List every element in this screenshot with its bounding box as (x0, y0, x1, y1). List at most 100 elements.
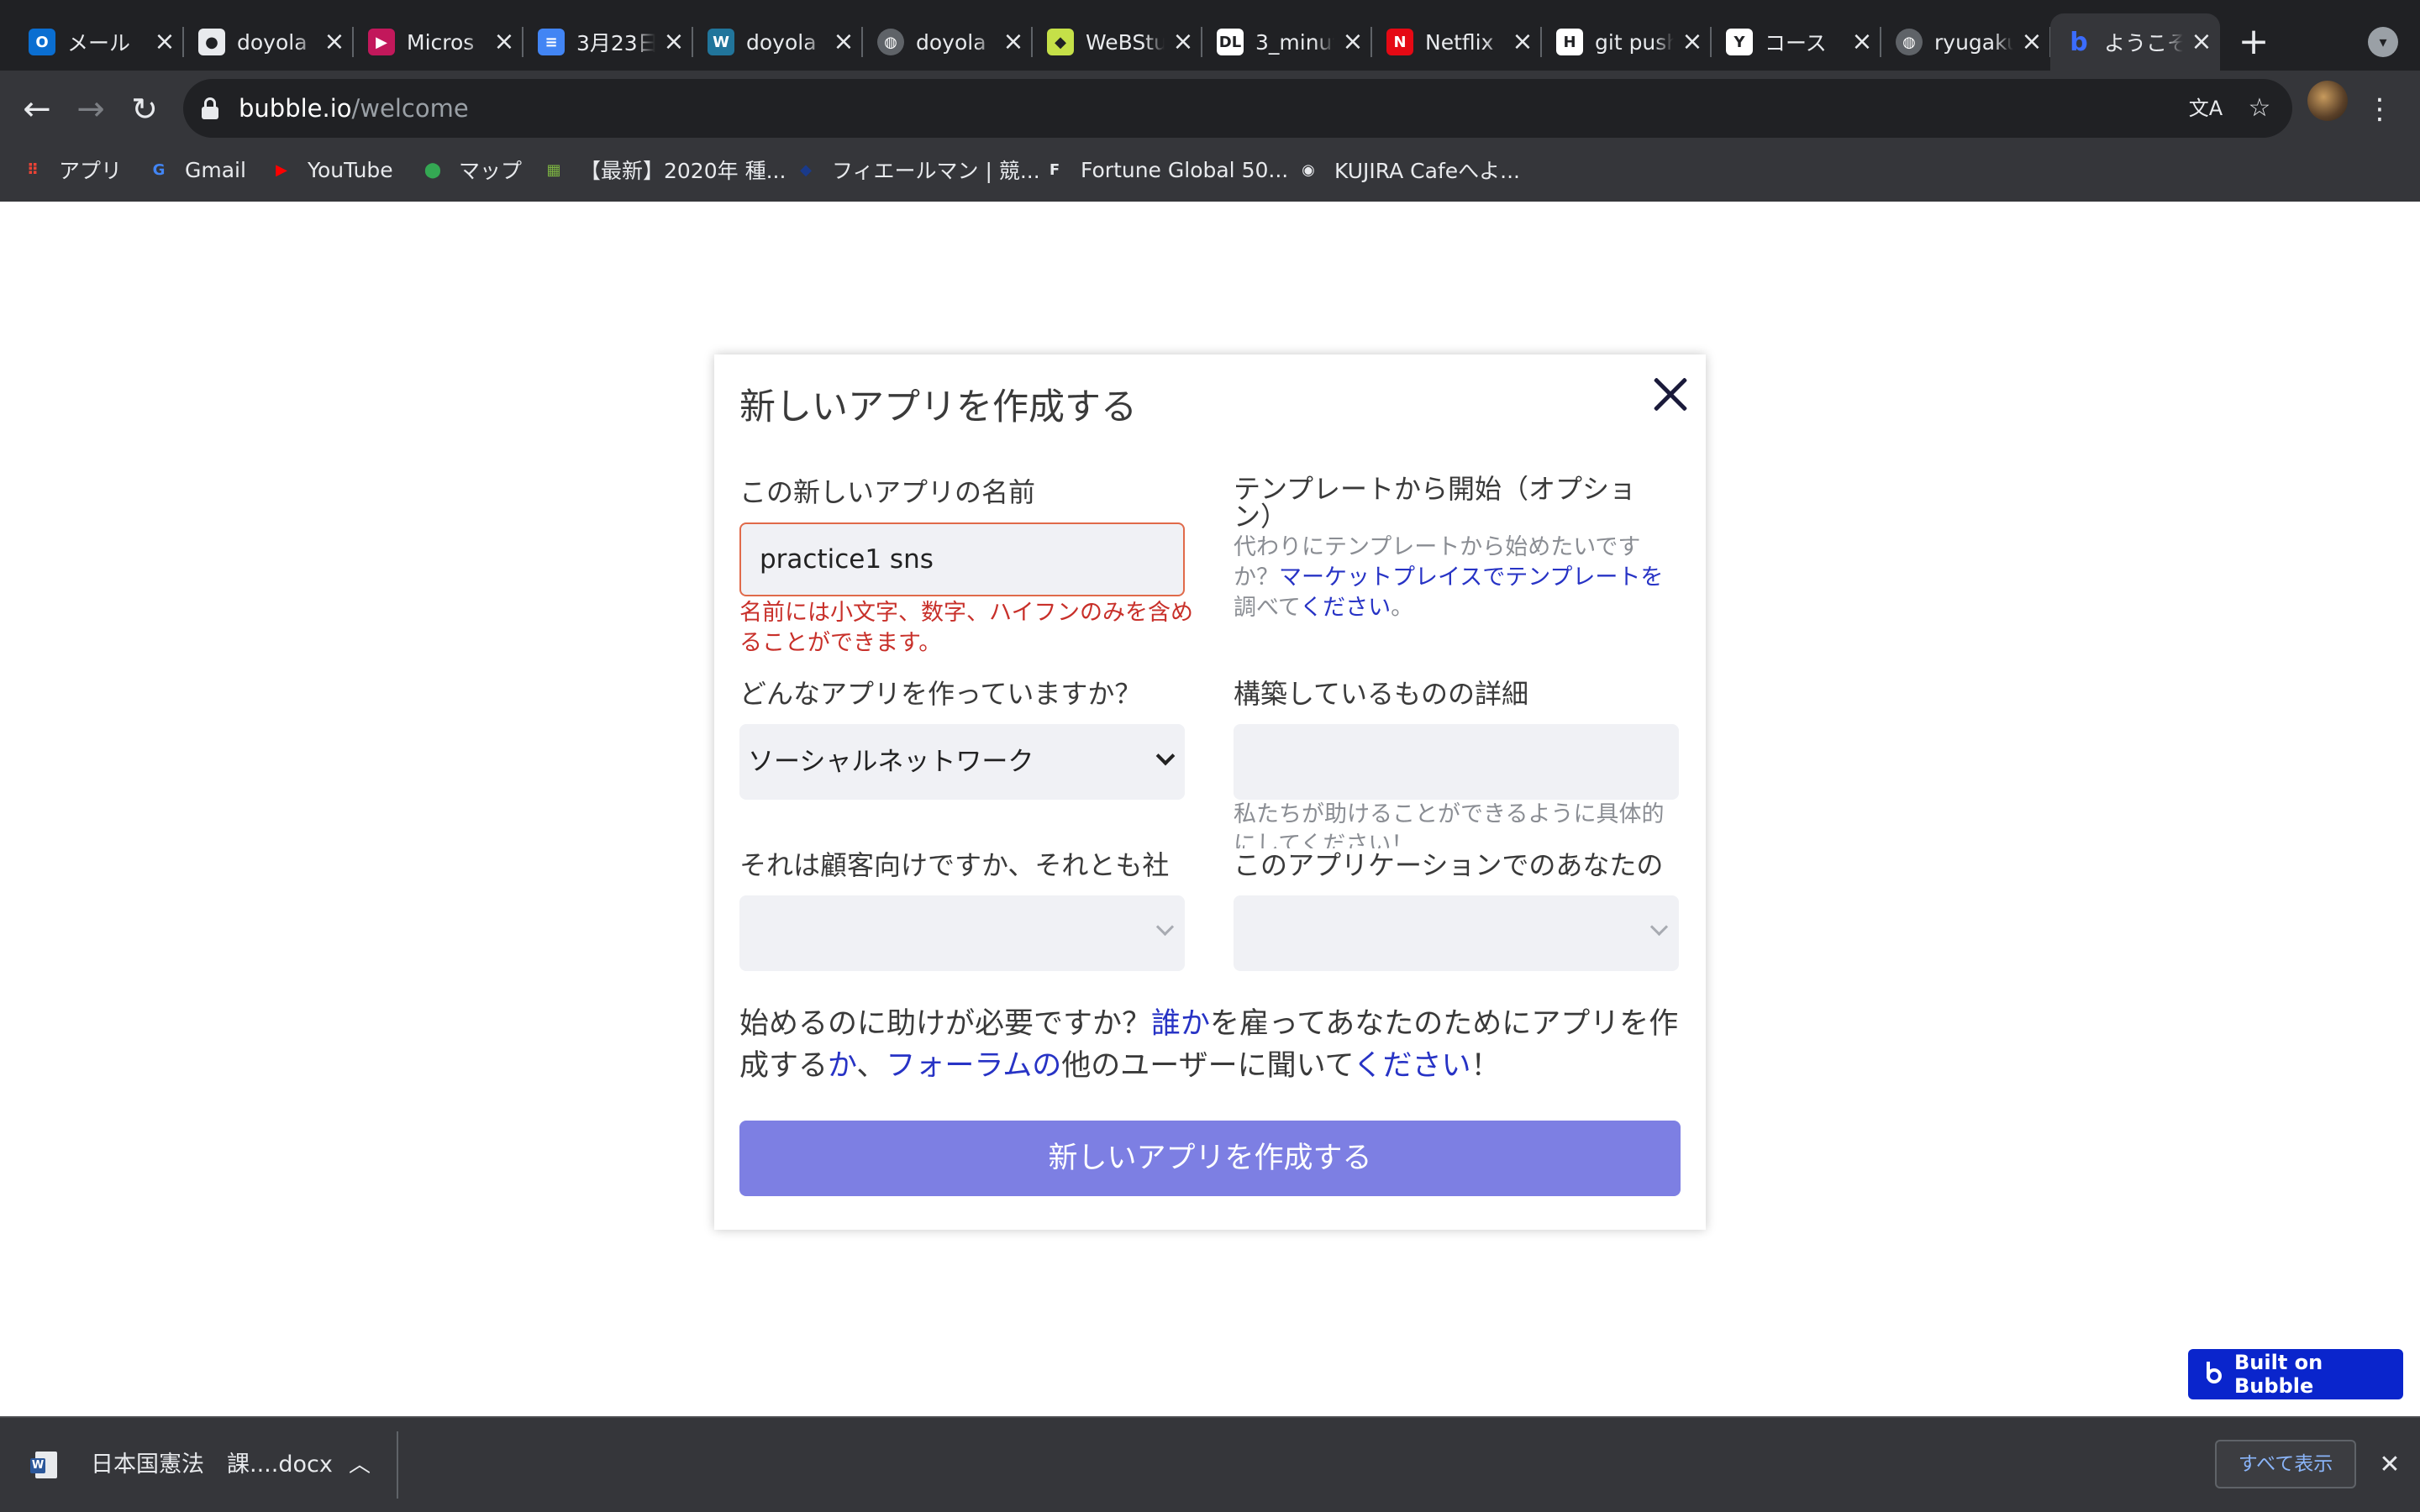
download-file-name[interactable]: 日本国憲法 課....docx (91, 1418, 333, 1512)
bookmark-star-icon[interactable]: ☆ (2238, 87, 2281, 129)
google-docs-icon: ≡ (538, 29, 565, 55)
built-on-bubble-label: Built on Bubble (2234, 1351, 2323, 1398)
close-tab-icon[interactable]: × (146, 29, 183, 55)
close-downloads-icon[interactable]: ✕ (2371, 1418, 2408, 1512)
fortune-icon: F (1049, 160, 1060, 179)
app-name-input[interactable]: practice1 sns (739, 522, 1185, 596)
goal-select[interactable] (1234, 895, 1679, 971)
browser-tab[interactable]: DL 3_minutes× (1202, 13, 1372, 71)
show-all-button[interactable]: すべて表示 (2215, 1440, 2356, 1488)
browser-tab[interactable]: ● doyola × (183, 13, 354, 71)
details-hint: 私たちが助けることができるように具体的にしてください！ (1234, 801, 1665, 848)
chevron-up-icon[interactable]: ︿ (343, 1418, 376, 1512)
bookmark-item[interactable]: ⬤ マップ (420, 138, 522, 202)
browser-tab[interactable]: ◍ ryugaku × (1881, 13, 2051, 71)
close-tab-icon[interactable]: × (655, 29, 692, 55)
close-tab-icon[interactable]: × (486, 29, 523, 55)
bookmark-label: アプリ (59, 159, 123, 183)
translate-icon[interactable]: 文A (2185, 87, 2227, 129)
close-tab-icon[interactable]: × (825, 29, 862, 55)
tab-title: メール (67, 31, 131, 55)
url-text[interactable]: bubble.io/welcome (239, 79, 469, 138)
webstudy-icon: ◆ (1047, 29, 1074, 55)
built-on-bubble-badge[interactable]: Built on Bubble (2188, 1349, 2403, 1399)
bookmark-item[interactable]: ◉ KUJIRA Cafeへよ... (1296, 138, 1520, 202)
ask-users-link[interactable]: ください (1354, 1049, 1471, 1083)
downloads-bar: 日本国憲法 課....docx ︿ すべて表示 ✕ (0, 1416, 2420, 1512)
browser-tab[interactable]: N Netflix × (1371, 13, 1542, 71)
bookmark-item[interactable]: ▦ 【最新】2020年 種... (541, 138, 786, 202)
lock-icon[interactable] (202, 97, 218, 119)
browser-tab[interactable]: ▶ Micros × (353, 13, 523, 71)
browser-tab[interactable]: b ようこそ × (2050, 13, 2220, 71)
create-app-modal: 新しいアプリを作成する この新しいアプリの名前 practice1 sns 名前… (714, 354, 1706, 1230)
bookmark-item[interactable]: F Fortune Global 50... (1042, 138, 1288, 202)
close-tab-icon[interactable]: × (1334, 29, 1371, 55)
reload-icon[interactable]: ↻ (119, 82, 170, 136)
app-name-error: 名前には小文字、数字、ハイフンのみを含めることができます。 (739, 600, 1193, 656)
bookmark-label: Fortune Global 50... (1081, 157, 1289, 182)
forum-link[interactable]: フォーラムの (886, 1049, 1061, 1083)
close-tab-icon[interactable]: × (2013, 29, 2050, 55)
browser-tab[interactable]: Wdoyola × (692, 13, 863, 71)
bookmark-item[interactable]: ◆ フィエールマン | 競... (793, 138, 1040, 202)
tab-title: ようこそ (2104, 31, 2183, 55)
kujira-icon: ◉ (1302, 160, 1315, 179)
tab-title: doyola (916, 29, 986, 55)
youtube-icon: ▶ (276, 160, 287, 179)
chevron-down-icon (1156, 921, 1173, 937)
app-type-select[interactable]: ソーシャルネットワーク (739, 724, 1185, 800)
bookmark-label: YouTube (308, 157, 393, 182)
browser-tab[interactable]: O メール × (13, 13, 184, 71)
profile-avatar[interactable] (2307, 81, 2348, 121)
close-tab-icon[interactable]: × (995, 29, 1032, 55)
browser-tab[interactable]: ◆ WeBStudy× (1032, 13, 1202, 71)
close-tab-icon[interactable]: × (1165, 29, 1202, 55)
tab-title: ryugaku (1934, 29, 2013, 55)
audience-label: それは顧客向けですか、それとも社内ですか？ (739, 849, 1170, 881)
browser-tab[interactable]: ≡ 3月23日 × (523, 13, 693, 71)
address-bar[interactable]: bubble.io/welcome 文A ☆ (183, 79, 2292, 138)
details-label: 構築しているものの詳細 (1234, 678, 1529, 710)
browser-tab[interactable]: Y コース × (1711, 13, 1881, 71)
browser-tab[interactable]: ◍ doyola × (862, 13, 1033, 71)
maps-pin-icon: ⬤ (424, 160, 442, 179)
bookmark-item[interactable]: ▶ YouTube (269, 138, 393, 202)
goal-label: このアプリケーションでのあなたの目標は何ですか？ (1234, 849, 1664, 881)
hire-someone-link[interactable]: 誰か (1151, 1007, 1210, 1041)
tab-title: Netflix (1425, 29, 1494, 55)
marketplace-link[interactable]: マーケットプレイスでテンプレートを (1279, 564, 1663, 591)
bookmarks-bar: ⠿ アプリ G Gmail ▶ YouTube ⬤ マップ ▦ 【最新】2020年 種... ◆ フィ… (0, 138, 2420, 202)
details-input[interactable] (1234, 724, 1679, 800)
tab-title: git push (1595, 29, 1674, 55)
hire-link-2[interactable]: か (828, 1049, 856, 1083)
close-tab-icon[interactable]: × (1844, 29, 1881, 55)
close-tab-icon[interactable]: × (2183, 29, 2220, 55)
bubble-icon: b (2070, 27, 2088, 57)
template-hint: 代わりにテンプレートから始めたいですか？マーケットプレイスでテンプレートを調べて… (1234, 533, 1670, 627)
close-tab-icon[interactable]: × (1504, 29, 1541, 55)
close-tab-icon[interactable]: × (1674, 29, 1711, 55)
create-app-button[interactable]: 新しいアプリを作成する (739, 1121, 1681, 1196)
app-name-value: practice1 sns (760, 544, 934, 575)
bookmark-item[interactable]: G Gmail (146, 138, 246, 202)
tab-title: doyola (237, 29, 308, 55)
tab-title: WeBStudy (1086, 29, 1165, 55)
modal-title: 新しいアプリを作成する (739, 386, 1137, 428)
close-tab-icon[interactable]: × (316, 29, 353, 55)
template-hint-link-2[interactable]: ください (1300, 595, 1391, 621)
close-icon[interactable] (1647, 371, 1694, 418)
bookmark-label: フィエールマン | 競... (832, 159, 1040, 183)
browser-tab[interactable]: Hgit push × (1541, 13, 1712, 71)
audience-select[interactable] (739, 895, 1185, 971)
new-tab-button[interactable]: + (2233, 22, 2274, 62)
globe-icon: ◍ (877, 29, 904, 55)
forward-icon[interactable]: → (66, 82, 116, 136)
apps-grid-icon: ⠿ (26, 160, 39, 179)
browser-menu-icon[interactable]: ⋮ (2361, 82, 2398, 136)
tab-search-icon[interactable]: ▾ (2368, 27, 2398, 57)
divider (397, 1431, 398, 1499)
chevron-down-icon (1650, 921, 1667, 937)
bookmark-item[interactable]: ⠿ アプリ (20, 138, 122, 202)
back-icon[interactable]: ← (12, 82, 62, 136)
